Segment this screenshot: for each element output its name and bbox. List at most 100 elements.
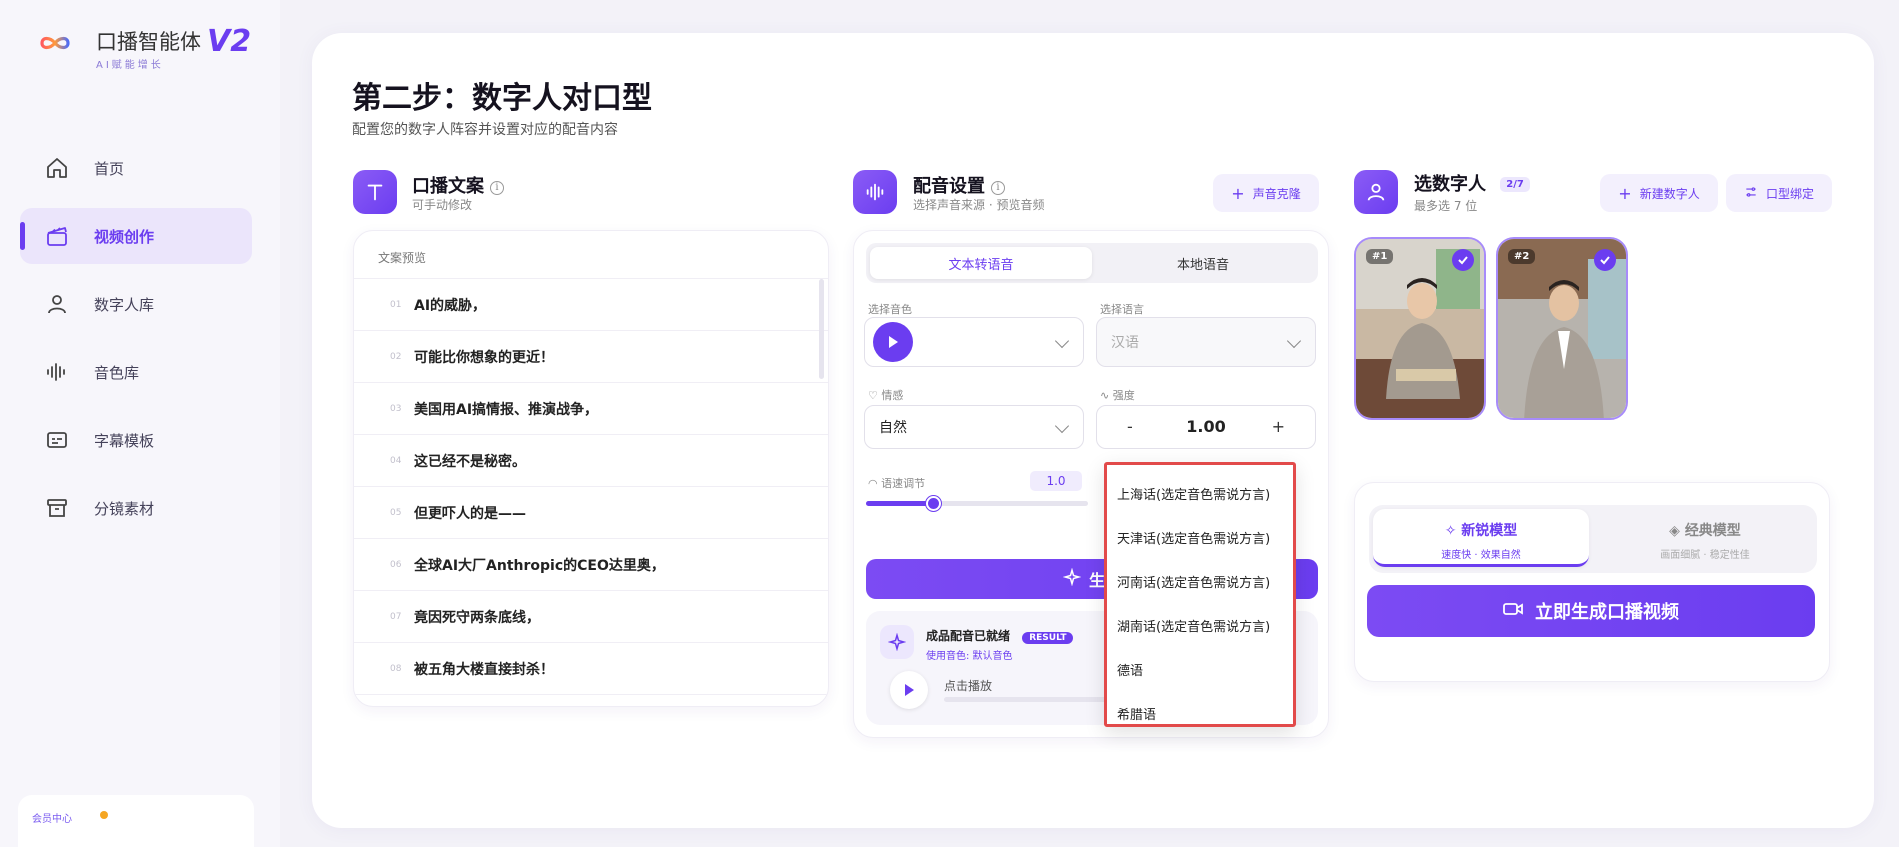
script-section-title: 口播文案 i bbox=[412, 172, 504, 198]
script-section-subtitle: 可手动修改 bbox=[412, 198, 473, 212]
brand-version: V2 bbox=[207, 24, 252, 59]
new-digital-human-button[interactable]: + 新建数字人 bbox=[1600, 174, 1718, 212]
sliders-icon bbox=[1744, 185, 1758, 202]
language-option[interactable]: 湖南话(选定音色需说方言) bbox=[1107, 603, 1293, 647]
model-option-desc: 画面细腻 · 稳定性佳 bbox=[1660, 550, 1750, 561]
sidebar-item-home[interactable]: 首页 bbox=[20, 140, 252, 196]
result-badge: RESULT bbox=[1022, 632, 1074, 644]
model-option-name: ◈ 经典模型 bbox=[1669, 523, 1741, 539]
scrollbar[interactable] bbox=[819, 279, 824, 379]
sidebar-item-digital-humans[interactable]: 数字人库 bbox=[20, 276, 252, 332]
sidebar-item-label: 分镜素材 bbox=[94, 499, 155, 518]
script-line[interactable]: 03 美国用AI搞情报、推演战争， bbox=[354, 383, 828, 435]
lip-sync-binding-button[interactable]: 口型绑定 bbox=[1726, 174, 1832, 212]
chevron-down-icon bbox=[1054, 333, 1070, 349]
script-line-text: 美国用AI搞情报、推演战争， bbox=[414, 401, 599, 418]
member-center-label: 会员中心 bbox=[32, 814, 72, 825]
sidebar: 口播智能体 V2 AI赋能增长 首页 视频创作 数字人库 音色库 字幕模板 分镜… bbox=[0, 0, 280, 847]
script-line-number: 04 bbox=[390, 455, 402, 466]
script-line-number: 05 bbox=[390, 507, 402, 518]
result-voice-info: 使用音色: 默认音色 bbox=[926, 651, 1013, 662]
script-preview-panel: 文案预览 01 AI的威胁， 02 可能比你想象的更近！ 03 美国用AI搞情报、推演战争… bbox=[353, 230, 829, 707]
digital-human-card[interactable]: #1 bbox=[1354, 237, 1486, 420]
chevron-down-icon bbox=[1054, 418, 1070, 434]
script-line[interactable]: 06 全球AI大厂Anthropic的CEO达里奥， bbox=[354, 539, 828, 591]
script-line-number: 06 bbox=[390, 559, 402, 570]
audio-wave-icon bbox=[853, 170, 897, 214]
checkmark-icon[interactable] bbox=[1594, 249, 1616, 271]
sidebar-item-voice-library[interactable]: 音色库 bbox=[20, 344, 252, 400]
script-line[interactable]: 08 被五角大楼直接封杀！ bbox=[354, 643, 828, 695]
sidebar-nav: 首页 视频创作 数字人库 音色库 字幕模板 分镜素材 bbox=[20, 140, 252, 548]
sidebar-item-label: 首页 bbox=[94, 159, 125, 178]
digital-human-card[interactable]: #2 bbox=[1496, 237, 1628, 420]
page-title: 第二步：数字人对口型 bbox=[352, 81, 652, 116]
generate-video-button[interactable]: 立即生成口播视频 bbox=[1367, 585, 1815, 637]
audio-progress-bar[interactable] bbox=[944, 697, 1114, 702]
audio-wave-icon bbox=[44, 359, 70, 385]
heart-icon: ♡ bbox=[868, 389, 882, 402]
emotion-select[interactable]: 自然 bbox=[864, 405, 1084, 449]
language-select[interactable]: 汉语 bbox=[1096, 317, 1316, 367]
brand-title: 口播智能体 V2 bbox=[96, 24, 252, 59]
script-line-number: 08 bbox=[390, 663, 402, 674]
sidebar-item-subtitle-templates[interactable]: 字幕模板 bbox=[20, 412, 252, 468]
language-option[interactable]: 希腊语 bbox=[1107, 691, 1293, 724]
language-option[interactable]: 天津话(选定音色需说方言) bbox=[1107, 515, 1293, 559]
info-icon[interactable]: i bbox=[490, 181, 504, 195]
model-option-desc: 速度快 · 效果自然 bbox=[1441, 550, 1521, 561]
language-option[interactable]: 上海话(选定音色需说方言) bbox=[1107, 471, 1293, 515]
plus-icon: + bbox=[1231, 183, 1245, 203]
digital-human-tag: #1 bbox=[1366, 249, 1394, 264]
script-line-text: AI的威胁， bbox=[414, 297, 487, 314]
script-line[interactable]: 04 这已经不是秘密。 bbox=[354, 435, 828, 487]
script-line[interactable]: 05 但更吓人的是—— bbox=[354, 487, 828, 539]
digital-human-tag: #2 bbox=[1508, 249, 1536, 264]
script-line[interactable]: 07 竟因死守两条底线， bbox=[354, 591, 828, 643]
play-icon bbox=[905, 684, 914, 696]
tab-text-to-speech[interactable]: 文本转语音 bbox=[870, 247, 1092, 279]
info-icon[interactable]: i bbox=[991, 181, 1005, 195]
language-option[interactable]: 河南话(选定音色需说方言) bbox=[1107, 559, 1293, 603]
sidebar-item-label: 数字人库 bbox=[94, 295, 155, 314]
checkmark-icon[interactable] bbox=[1452, 249, 1474, 271]
script-line-text: 可能比你想象的更近！ bbox=[414, 349, 554, 366]
tab-local-audio[interactable]: 本地语音 bbox=[1092, 247, 1314, 279]
voice-source-tabs: 文本转语音 本地语音 bbox=[866, 243, 1318, 283]
result-play-label: 点击播放 bbox=[944, 679, 993, 693]
voice-select[interactable] bbox=[864, 317, 1084, 367]
play-button[interactable] bbox=[890, 671, 928, 709]
user-icon bbox=[1354, 170, 1398, 214]
intensity-stepper[interactable]: - 1.00 + bbox=[1096, 405, 1316, 449]
language-options: 上海话(选定音色需说方言) 天津话(选定音色需说方言) 河南话(选定音色需说方言) 湖… bbox=[1107, 471, 1293, 724]
speed-label: ◠ 语速调节 bbox=[868, 477, 926, 490]
language-option[interactable]: 德语 bbox=[1107, 647, 1293, 691]
model-option-new[interactable]: ✧ 新锐模型 速度快 · 效果自然 bbox=[1373, 509, 1589, 567]
model-option-classic[interactable]: ◈ 经典模型 画面细腻 · 稳定性佳 bbox=[1597, 509, 1813, 567]
infinity-logo-icon bbox=[40, 36, 70, 50]
speed-slider[interactable] bbox=[866, 496, 1088, 511]
member-center-card[interactable]: 会员中心 bbox=[18, 795, 254, 847]
user-icon bbox=[44, 291, 70, 317]
brand-subtitle: AI赋能增长 bbox=[96, 60, 164, 71]
script-line-text: 全球AI大厂Anthropic的CEO达里奥， bbox=[414, 557, 665, 574]
script-line-number: 07 bbox=[390, 611, 402, 622]
home-icon bbox=[44, 155, 70, 181]
sidebar-item-video-creation[interactable]: 视频创作 bbox=[20, 208, 252, 264]
script-line[interactable]: 02 可能比你想象的更近！ bbox=[354, 331, 828, 383]
digital-human-section-title: 选数字人 2/7 bbox=[1414, 170, 1530, 196]
sidebar-item-label: 字幕模板 bbox=[94, 431, 155, 450]
main-content: 第二步：数字人对口型 配置您的数字人阵容并设置对应的配音内容 口播文案 i 可手动… bbox=[312, 33, 1874, 828]
emotion-select-value: 自然 bbox=[879, 420, 907, 436]
sidebar-item-label: 视频创作 bbox=[94, 227, 155, 246]
script-line-text: 但更吓人的是—— bbox=[414, 505, 526, 522]
speed-slider-handle[interactable] bbox=[925, 496, 941, 511]
voice-clone-button[interactable]: + 声音克隆 bbox=[1213, 174, 1319, 212]
gauge-icon: ◠ bbox=[868, 477, 882, 490]
script-line[interactable]: 01 AI的威胁， bbox=[354, 279, 828, 331]
model-selection-card: ✧ 新锐模型 速度快 · 效果自然 ◈ 经典模型 画面细腻 · 稳定性佳 立即生… bbox=[1354, 482, 1830, 682]
play-icon[interactable] bbox=[873, 322, 913, 362]
selection-count-badge: 2/7 bbox=[1500, 177, 1530, 192]
increment-button[interactable]: + bbox=[1272, 417, 1285, 436]
sidebar-item-storyboard-assets[interactable]: 分镜素材 bbox=[20, 480, 252, 536]
